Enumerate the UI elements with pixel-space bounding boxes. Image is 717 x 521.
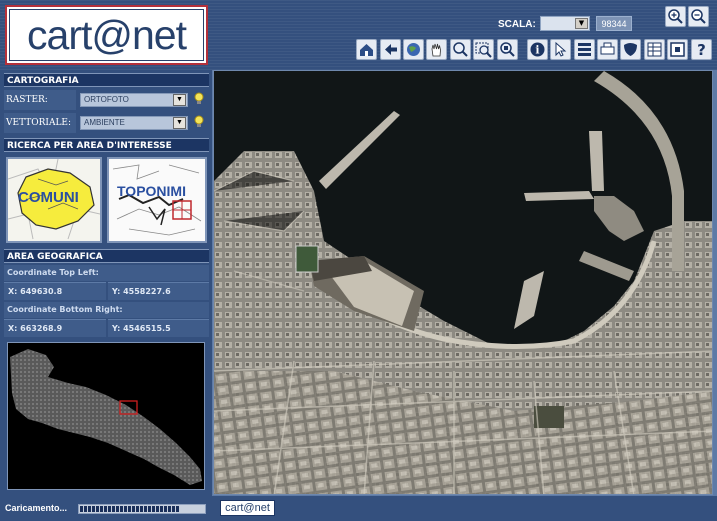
zoom-window-icon xyxy=(475,42,492,58)
logo: cart@net xyxy=(5,5,208,65)
raster-select[interactable]: ORTOFOTO ▼ xyxy=(80,93,188,107)
vettoriale-select[interactable]: AMBIENTE ▼ xyxy=(80,116,188,130)
raster-label: RASTER: xyxy=(4,90,76,110)
mini-logo-text: cart@net xyxy=(225,502,270,514)
table-icon xyxy=(647,42,662,57)
print-button[interactable] xyxy=(597,39,618,60)
table-button[interactable] xyxy=(644,39,665,60)
home-button[interactable] xyxy=(356,39,377,60)
zoom-button[interactable] xyxy=(450,39,471,60)
bottom-right-y: Y: 4546515.5 xyxy=(108,319,209,337)
back-arrow-icon xyxy=(385,44,397,55)
status-bar: Caricamento... cart@net xyxy=(0,496,717,521)
map-view[interactable] xyxy=(213,70,713,495)
globe-button[interactable] xyxy=(403,39,424,60)
pan-button[interactable] xyxy=(426,39,447,60)
zoom-out-button[interactable] xyxy=(688,6,709,27)
print-icon xyxy=(600,42,615,55)
section-area-title: AREA GEOGRAFICA xyxy=(4,249,209,263)
top-left-y: Y: 4558227.6 xyxy=(108,282,209,300)
shield-icon xyxy=(624,43,637,56)
header-bar: cart@net SCALA: ▼ 98344 i ? xyxy=(0,0,717,70)
vettoriale-label: VETTORIALE: xyxy=(4,113,76,133)
logo-text: cart@net xyxy=(27,12,187,58)
info-button[interactable]: i xyxy=(527,39,548,60)
pan-hand-icon xyxy=(431,43,441,57)
svg-text:?: ? xyxy=(697,41,706,59)
zoom-window-button[interactable] xyxy=(473,39,494,60)
select-button[interactable] xyxy=(550,39,571,60)
bottom-right-x: X: 663268.9 xyxy=(4,319,106,337)
comuni-search-button[interactable]: COMUNI xyxy=(6,157,102,243)
toponimi-search-button[interactable]: TOPONIMI xyxy=(107,157,207,243)
section-cartografia-title: CARTOGRAFIA xyxy=(4,73,209,87)
mini-logo: cart@net xyxy=(220,500,275,516)
zoom-out-icon xyxy=(691,9,706,24)
globe-icon xyxy=(407,43,420,56)
info-icon: i xyxy=(530,42,545,57)
zoom-icon xyxy=(453,42,468,57)
window-button[interactable] xyxy=(667,39,688,60)
comuni-label: COMUNI xyxy=(18,189,79,206)
aerial-orthophoto xyxy=(214,71,712,494)
zoom-in-button[interactable] xyxy=(665,6,686,27)
chevron-down-icon[interactable]: ▼ xyxy=(575,18,588,29)
legend-icon xyxy=(578,43,591,56)
toponimi-label: TOPONIMI xyxy=(117,183,186,199)
raster-select-value: ORTOFOTO xyxy=(84,95,129,104)
loading-progress-bar xyxy=(78,504,206,514)
svg-text:i: i xyxy=(535,44,539,57)
zoom-extent-icon xyxy=(500,42,515,57)
lightbulb-icon[interactable] xyxy=(194,92,204,106)
scale-value[interactable]: 98344 xyxy=(596,16,632,31)
help-icon: ? xyxy=(697,41,706,59)
section-ricerca-title: RICERCA PER AREA D'INTERESSE xyxy=(4,138,209,152)
shield-button[interactable] xyxy=(620,39,641,60)
home-icon xyxy=(360,44,373,56)
loading-label: Caricamento... xyxy=(5,503,68,513)
toponimi-map-icon xyxy=(109,159,205,241)
top-left-coord-label: Coordinate Top Left: xyxy=(4,265,209,281)
vettoriale-select-value: AMBIENTE xyxy=(84,118,125,127)
back-button[interactable] xyxy=(380,39,401,60)
help-button[interactable]: ? xyxy=(691,39,712,60)
overview-map[interactable] xyxy=(7,342,205,490)
top-left-x: X: 649630.8 xyxy=(4,282,106,300)
overview-region-image xyxy=(10,349,202,485)
chevron-down-icon[interactable]: ▼ xyxy=(173,94,186,106)
loading-progress-fill xyxy=(80,506,179,512)
bottom-right-coord-label: Coordinate Bottom Right: xyxy=(4,302,209,318)
window-icon xyxy=(670,42,685,57)
scale-select[interactable]: ▼ xyxy=(540,16,590,31)
left-panel: CARTOGRAFIA RASTER: ORTOFOTO ▼ VETTORIAL… xyxy=(0,70,212,496)
legend-button[interactable] xyxy=(574,39,595,60)
select-icon xyxy=(555,41,567,57)
scale-label: SCALA: xyxy=(498,19,536,30)
zoom-in-icon xyxy=(668,9,683,24)
zoom-extent-button[interactable] xyxy=(497,39,518,60)
lightbulb-icon[interactable] xyxy=(194,115,204,129)
chevron-down-icon[interactable]: ▼ xyxy=(173,117,186,129)
